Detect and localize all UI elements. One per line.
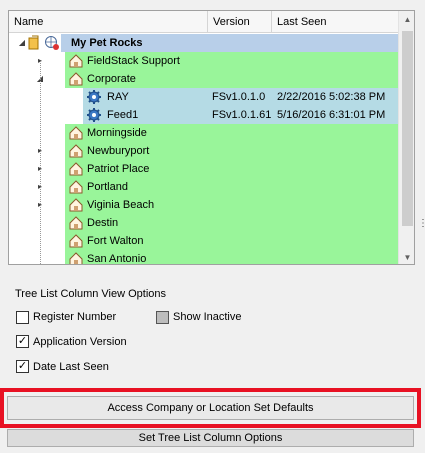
house-icon xyxy=(68,233,84,249)
access-defaults-button[interactable]: Access Company or Location Set Defaults xyxy=(7,396,414,420)
version-cell: FSv1.0.1.61 xyxy=(212,109,272,121)
gear-icon xyxy=(86,89,102,105)
tree-row[interactable]: ◢ Corporate xyxy=(9,70,398,88)
options-panel: Name Version Last Seen ◢ My Pet Rocks ▸ … xyxy=(0,0,425,453)
tree-row[interactable]: San Antonio xyxy=(9,250,398,265)
show-inactive-label: Show Inactive xyxy=(173,311,242,323)
tree-row[interactable]: ▸ Portland xyxy=(9,178,398,196)
tree-row[interactable]: Fort Walton xyxy=(9,232,398,250)
house-icon xyxy=(68,53,84,69)
options-title: Tree List Column View Options xyxy=(15,288,167,300)
tree-row-label: Newburyport xyxy=(87,145,150,157)
register-number-checkbox[interactable] xyxy=(16,311,29,324)
tree-row-label: Feed1 xyxy=(107,109,139,121)
tree-row-label: Viginia Beach xyxy=(87,199,155,211)
tree-row-label: San Antonio xyxy=(87,253,147,265)
version-cell: FSv1.0.1.0 xyxy=(212,91,266,103)
set-column-options-button[interactable]: Set Tree List Column Options xyxy=(7,429,414,447)
tree-row-label: Portland xyxy=(87,181,128,193)
splitter-grip-icon[interactable]: ⋮ xyxy=(418,219,425,234)
house-icon xyxy=(68,197,84,213)
house-icon xyxy=(68,161,84,177)
tree-row-root[interactable]: ◢ My Pet Rocks xyxy=(9,34,398,52)
collapse-icon[interactable]: ◢ xyxy=(17,34,27,52)
tree-row-device[interactable]: Feed1 FSv1.0.1.61 5/16/2016 6:31:01 PM xyxy=(9,106,398,124)
register-number-label: Register Number xyxy=(33,311,117,323)
house-icon xyxy=(68,143,84,159)
house-icon xyxy=(68,251,84,264)
show-inactive-checkbox[interactable] xyxy=(156,311,169,324)
tree-root-label: My Pet Rocks xyxy=(71,37,143,49)
scroll-up-icon[interactable]: ▲ xyxy=(399,11,414,28)
application-version-label: Application Version xyxy=(33,336,127,348)
last-seen-cell: 5/16/2016 6:31:01 PM xyxy=(277,109,386,121)
tree-row-label: Patriot Place xyxy=(87,163,150,175)
tree-row[interactable]: Morningside xyxy=(9,124,398,142)
house-icon xyxy=(68,71,84,87)
house-icon xyxy=(68,179,84,195)
location-tree[interactable]: Name Version Last Seen ◢ My Pet Rocks ▸ … xyxy=(8,10,415,265)
tree-row[interactable]: ▸ FieldStack Support xyxy=(9,52,398,70)
tree-row-device[interactable]: RAY FSv1.0.1.0 2/22/2016 5:02:38 PM xyxy=(9,88,398,106)
vertical-scrollbar[interactable]: ▲ ▼ xyxy=(398,11,414,264)
column-header-name[interactable]: Name xyxy=(9,11,208,33)
scrollbar-thumb[interactable] xyxy=(402,31,413,226)
tree-row-label: Corporate xyxy=(87,73,136,85)
house-icon xyxy=(68,215,84,231)
tree-row-label: FieldStack Support xyxy=(87,55,180,67)
application-version-checkbox[interactable]: ✓ xyxy=(16,335,29,348)
tree-row[interactable]: ▸ Newburyport xyxy=(9,142,398,160)
last-seen-cell: 2/22/2016 5:02:38 PM xyxy=(277,91,386,103)
tree-row[interactable]: ▸ Patriot Place xyxy=(9,160,398,178)
tree-connector-line xyxy=(40,61,41,264)
scroll-down-icon[interactable]: ▼ xyxy=(399,249,414,264)
tree-row[interactable]: ▸ Viginia Beach xyxy=(9,196,398,214)
tree-header: Name Version Last Seen xyxy=(9,11,398,33)
tree-row-label: Fort Walton xyxy=(87,235,144,247)
tree-row-label: Morningside xyxy=(87,127,147,139)
tree-row[interactable]: Destin xyxy=(9,214,398,232)
tree-row-label: Destin xyxy=(87,217,119,229)
date-last-seen-label: Date Last Seen xyxy=(33,361,109,373)
company-icon xyxy=(27,35,43,51)
gear-icon xyxy=(86,107,102,123)
tree-row-label: RAY xyxy=(107,91,129,103)
column-header-version[interactable]: Version xyxy=(208,11,272,33)
globe-location-icon xyxy=(44,35,60,51)
column-header-last-seen[interactable]: Last Seen xyxy=(272,11,398,33)
date-last-seen-checkbox[interactable]: ✓ xyxy=(16,360,29,373)
house-icon xyxy=(68,125,84,141)
